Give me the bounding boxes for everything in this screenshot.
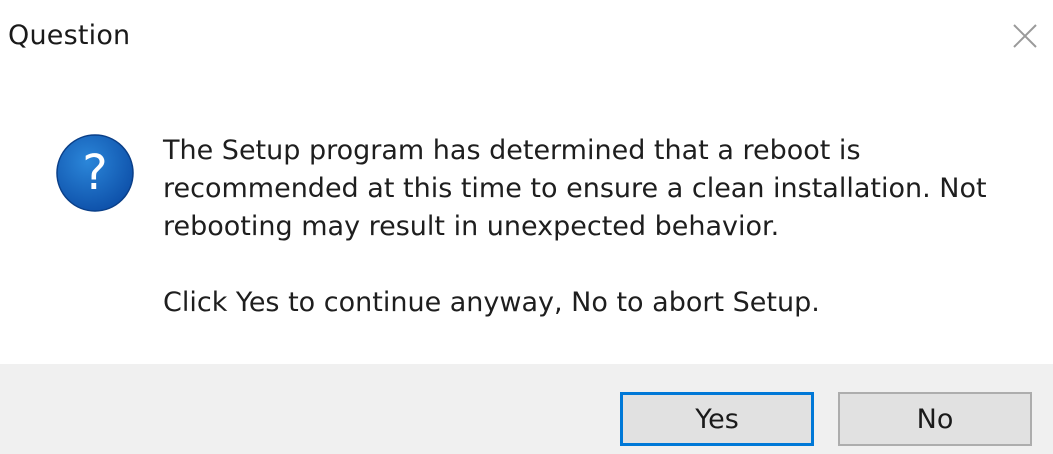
close-icon [1013,24,1037,48]
svg-text:?: ? [82,145,107,201]
message-text: The Setup program has determined that a … [163,132,1023,322]
question-icon: ? [55,133,135,213]
button-bar: Yes No [0,364,1053,454]
no-button[interactable]: No [838,392,1032,446]
close-button[interactable] [1005,16,1045,56]
yes-button[interactable]: Yes [620,392,814,446]
dialog-title: Question [8,20,131,51]
message-line: recommended at this time to ensure a cle… [163,173,987,204]
question-dialog: Question ? The Setup program has determi… [0,0,1053,454]
instruction-line: Click Yes to continue anyway, No to abor… [163,287,820,318]
title-bar: Question [0,0,1053,70]
dialog-content: ? The Setup program has determined that … [0,70,1053,364]
message-line: rebooting may result in unexpected behav… [163,211,780,242]
message-line: The Setup program has determined that a … [163,135,861,166]
